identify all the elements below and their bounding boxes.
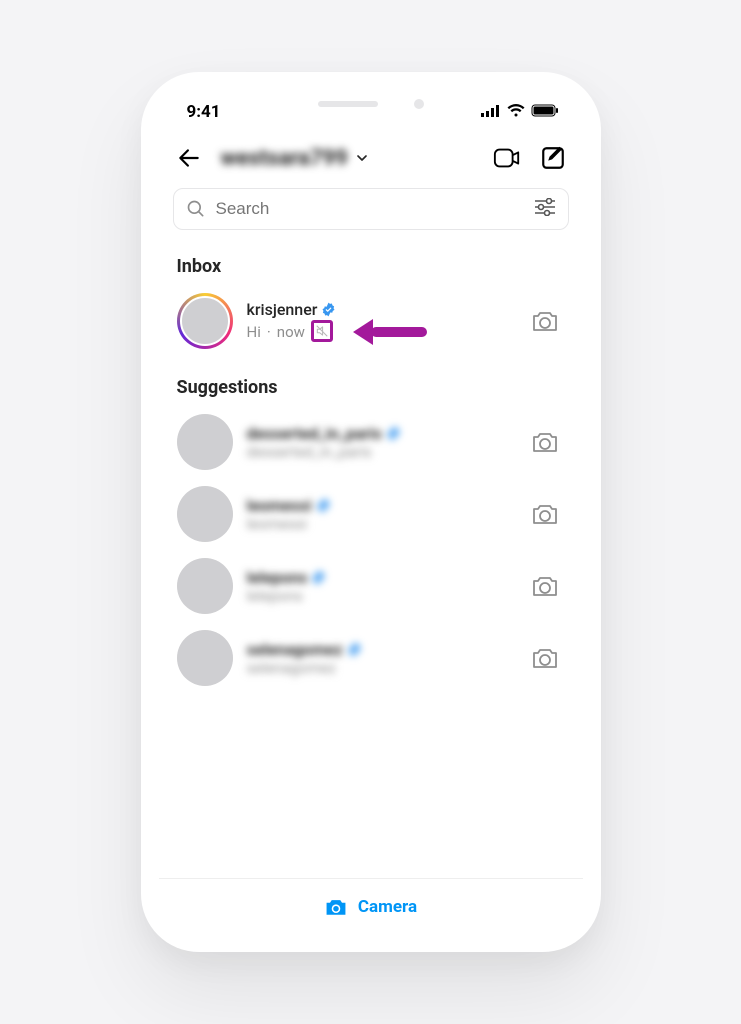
front-camera xyxy=(414,99,424,109)
account-switcher[interactable]: westsara799 xyxy=(221,146,479,171)
arrow-left-icon xyxy=(176,145,202,171)
verified-badge-icon xyxy=(386,426,401,441)
search-input[interactable] xyxy=(216,199,524,219)
suggestion-subtitle: lelepons xyxy=(247,587,303,605)
compose-button[interactable] xyxy=(539,144,567,172)
thread-timestamp: now xyxy=(277,323,305,341)
suggestion-camera-button[interactable] xyxy=(525,430,565,454)
suggestion-username: lelepons xyxy=(247,568,308,587)
suggestions-section-title: Suggestions xyxy=(159,357,583,406)
suggestion-item[interactable]: lelepons lelepons xyxy=(159,550,583,622)
sliders-icon xyxy=(534,198,556,216)
suggestion-camera-button[interactable] xyxy=(525,646,565,670)
avatar-image xyxy=(177,486,233,542)
camera-icon xyxy=(531,502,559,526)
verified-badge-icon xyxy=(311,570,326,585)
status-icons xyxy=(481,102,559,122)
avatar-image xyxy=(177,414,233,470)
search-field[interactable] xyxy=(173,188,569,230)
suggestion-item[interactable]: selenagomez selenagomez xyxy=(159,622,583,694)
chevron-down-icon xyxy=(354,150,370,166)
avatar[interactable] xyxy=(177,293,233,349)
suggestion-item[interactable]: leomessi leomessi xyxy=(159,478,583,550)
avatar[interactable] xyxy=(177,630,233,686)
camera-icon xyxy=(531,646,559,670)
suggestion-camera-button[interactable] xyxy=(525,502,565,526)
suggestion-subtitle: desserted_in_paris xyxy=(247,443,372,461)
status-time: 9:41 xyxy=(187,102,221,122)
thread-preview: Hi xyxy=(247,323,261,341)
suggestion-subtitle: leomessi xyxy=(247,515,307,533)
verified-badge-icon xyxy=(321,302,336,317)
cellular-icon xyxy=(481,102,501,122)
camera-label: Camera xyxy=(358,897,417,917)
video-icon xyxy=(493,145,521,171)
thread-username: krisjenner xyxy=(247,300,318,319)
inbox-thread[interactable]: krisjenner Hi · now xyxy=(159,285,583,357)
video-call-button[interactable] xyxy=(493,144,521,172)
camera-icon xyxy=(531,430,559,454)
phone-frame: 9:41 westsara799 xyxy=(141,72,601,952)
suggestion-subtitle: selenagomez xyxy=(247,659,336,677)
notch xyxy=(286,90,456,118)
avatar-image xyxy=(177,630,233,686)
suggestion-username: leomessi xyxy=(247,496,312,515)
suggestion-camera-button[interactable] xyxy=(525,574,565,598)
suggestion-username: selenagomez xyxy=(247,640,343,659)
camera-filled-icon xyxy=(324,896,348,918)
annotation-highlight-box xyxy=(311,320,333,342)
avatar[interactable] xyxy=(177,486,233,542)
avatar[interactable] xyxy=(177,414,233,470)
speaker-grille xyxy=(318,101,378,107)
wifi-icon xyxy=(507,102,525,122)
suggestion-item[interactable]: desserted_in_paris desserted_in_paris xyxy=(159,406,583,478)
thread-separator: · xyxy=(267,323,271,341)
camera-icon xyxy=(531,309,559,333)
avatar-image xyxy=(177,558,233,614)
battery-icon xyxy=(531,102,559,122)
verified-badge-icon xyxy=(347,642,362,657)
back-button[interactable] xyxy=(175,144,203,172)
search-icon xyxy=(186,199,206,219)
dm-header: westsara799 xyxy=(159,134,583,182)
camera-icon xyxy=(531,574,559,598)
header-username: westsara799 xyxy=(221,146,348,171)
filter-button[interactable] xyxy=(534,198,556,220)
camera-bar[interactable]: Camera xyxy=(159,878,583,934)
suggestion-username: desserted_in_paris xyxy=(247,424,382,443)
screen: 9:41 westsara799 xyxy=(159,90,583,934)
annotation-arrow xyxy=(357,323,427,341)
avatar-image xyxy=(180,296,230,346)
avatar[interactable] xyxy=(177,558,233,614)
muted-icon xyxy=(315,324,329,338)
thread-camera-button[interactable] xyxy=(525,309,565,333)
compose-icon xyxy=(540,145,566,171)
inbox-section-title: Inbox xyxy=(159,236,583,285)
verified-badge-icon xyxy=(316,498,331,513)
